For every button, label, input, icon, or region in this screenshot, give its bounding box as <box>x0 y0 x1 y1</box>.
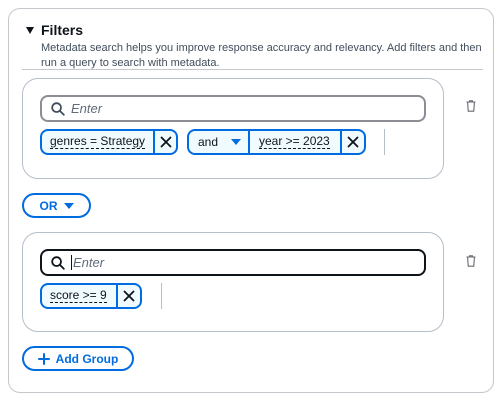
group-operator-label: OR <box>39 198 58 213</box>
search-icon <box>51 102 65 116</box>
filter-group-2: score >= 9 <box>22 232 444 332</box>
token-label: genres = Strategy <box>50 134 146 149</box>
caret-down-icon <box>231 139 242 145</box>
add-group-label: Add Group <box>55 351 119 366</box>
close-icon <box>123 290 135 302</box>
remove-token-button[interactable] <box>153 131 176 153</box>
search-field[interactable] <box>40 249 426 276</box>
operator-label: and <box>198 135 219 149</box>
filters-description: Metadata search helps you improve respon… <box>41 42 482 69</box>
caret-down-icon <box>63 202 74 209</box>
token-label: year >= 2023 <box>259 134 330 149</box>
group-operator-button[interactable]: OR <box>22 193 91 218</box>
join-token[interactable]: and year >= 2023 <box>187 129 366 155</box>
search-field[interactable] <box>40 95 426 122</box>
filter-group-1: genres = Strategy and year >= 2023 <box>22 78 444 179</box>
token-label: score >= 9 <box>50 288 107 303</box>
trash-icon[interactable] <box>466 255 476 267</box>
plus-icon <box>37 352 50 365</box>
trash-icon[interactable] <box>466 100 476 112</box>
remove-token-button[interactable] <box>340 131 364 153</box>
operator-select[interactable]: and <box>189 131 250 153</box>
search-input[interactable] <box>73 253 413 272</box>
text-cursor <box>71 255 72 270</box>
close-icon <box>160 136 171 148</box>
caret-down-icon <box>26 27 34 34</box>
token-separator <box>161 283 162 309</box>
token-separator <box>384 129 385 155</box>
filter-token[interactable]: score >= 9 <box>40 283 142 309</box>
add-group-button[interactable]: Add Group <box>22 346 134 371</box>
divider <box>22 69 483 70</box>
remove-token-button[interactable] <box>116 285 140 307</box>
token-label-wrap: score >= 9 <box>42 285 116 307</box>
filter-token[interactable]: genres = Strategy <box>40 129 178 155</box>
search-icon <box>51 256 65 270</box>
token-label-wrap: genres = Strategy <box>42 131 153 153</box>
close-icon <box>347 136 359 148</box>
token-label-wrap: year >= 2023 <box>250 131 340 153</box>
search-input[interactable] <box>71 99 411 118</box>
filters-title: Filters <box>41 22 84 38</box>
